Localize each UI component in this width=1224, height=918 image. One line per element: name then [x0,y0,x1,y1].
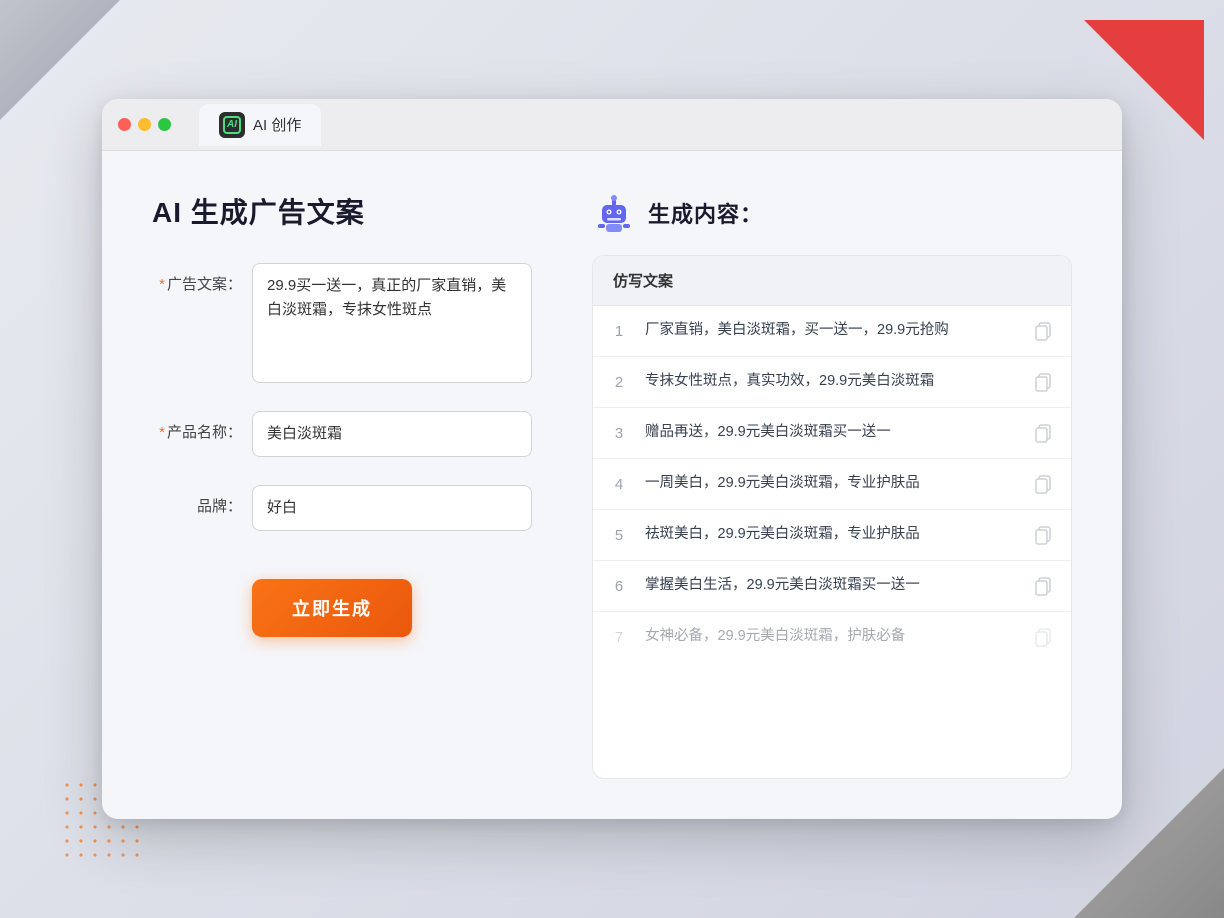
brand-input[interactable] [252,485,532,531]
table-row: 2 专抹女性斑点，真实功效，29.9元美白淡斑霜 [593,357,1071,408]
generate-button[interactable]: 立即生成 [252,579,412,637]
table-row: 3 赠品再送，29.9元美白淡斑霜买一送一 [593,408,1071,459]
page-title: AI 生成广告文案 [152,191,532,231]
minimize-button[interactable] [138,118,151,131]
copy-button[interactable] [1033,320,1055,342]
copy-button[interactable] [1033,524,1055,546]
traffic-lights [118,118,171,131]
browser-window: AI AI 创作 AI 生成广告文案 *广告文案： *产品名称： [102,99,1122,819]
ad-copy-input[interactable] [252,263,532,383]
table-row: 4 一周美白，29.9元美白淡斑霜，专业护肤品 [593,459,1071,510]
robot-icon [592,191,636,235]
ai-icon-text: AI [227,119,237,130]
row-number: 6 [609,578,629,595]
copy-button[interactable] [1033,626,1055,648]
table-row: 7 女神必备，29.9元美白淡斑霜，护肤必备 [593,612,1071,662]
row-number: 4 [609,476,629,493]
copy-button[interactable] [1033,371,1055,393]
result-header: 生成内容： [592,191,1072,235]
tab-label: AI 创作 [253,114,301,135]
required-star: * [159,276,165,293]
right-panel: 生成内容： 仿写文案 1 厂家直销，美白淡斑霜，买一送一，29.9元抢购 2 专抹女… [592,191,1072,779]
ad-copy-group: *广告文案： [152,263,532,383]
brand-group: 品牌： [152,485,532,531]
result-table: 仿写文案 1 厂家直销，美白淡斑霜，买一送一，29.9元抢购 2 专抹女性斑点，真实… [592,255,1072,779]
row-number: 7 [609,629,629,646]
table-row: 5 祛斑美白，29.9元美白淡斑霜，专业护肤品 [593,510,1071,561]
row-text: 一周美白，29.9元美白淡斑霜，专业护肤品 [645,473,1017,495]
row-text: 专抹女性斑点，真实功效，29.9元美白淡斑霜 [645,371,1017,393]
product-name-input[interactable] [252,411,532,457]
required-star-2: * [159,424,165,441]
row-number: 1 [609,323,629,340]
table-row: 6 掌握美白生活，29.9元美白淡斑霜买一送一 [593,561,1071,612]
product-name-label: *产品名称： [152,411,242,442]
row-text: 祛斑美白，29.9元美白淡斑霜，专业护肤品 [645,524,1017,546]
tab-ai-creation[interactable]: AI AI 创作 [199,104,321,146]
row-number: 2 [609,374,629,391]
copy-button[interactable] [1033,473,1055,495]
row-text: 掌握美白生活，29.9元美白淡斑霜买一送一 [645,575,1017,597]
row-number: 5 [609,527,629,544]
row-text: 厂家直销，美白淡斑霜，买一送一，29.9元抢购 [645,320,1017,342]
brand-label: 品牌： [152,485,242,516]
title-bar: AI AI 创作 [102,99,1122,151]
maximize-button[interactable] [158,118,171,131]
close-button[interactable] [118,118,131,131]
copy-button[interactable] [1033,575,1055,597]
table-header: 仿写文案 [593,256,1071,306]
copy-button[interactable] [1033,422,1055,444]
ai-tab-icon: AI [219,112,245,138]
table-row: 1 厂家直销，美白淡斑霜，买一送一，29.9元抢购 [593,306,1071,357]
row-text: 赠品再送，29.9元美白淡斑霜买一送一 [645,422,1017,444]
ad-copy-label: *广告文案： [152,263,242,294]
row-number: 3 [609,425,629,442]
product-name-group: *产品名称： [152,411,532,457]
result-title: 生成内容： [648,197,763,229]
row-text: 女神必备，29.9元美白淡斑霜，护肤必备 [645,626,1017,648]
left-panel: AI 生成广告文案 *广告文案： *产品名称： 品牌： 立 [152,191,532,779]
main-content: AI 生成广告文案 *广告文案： *产品名称： 品牌： 立 [102,151,1122,819]
